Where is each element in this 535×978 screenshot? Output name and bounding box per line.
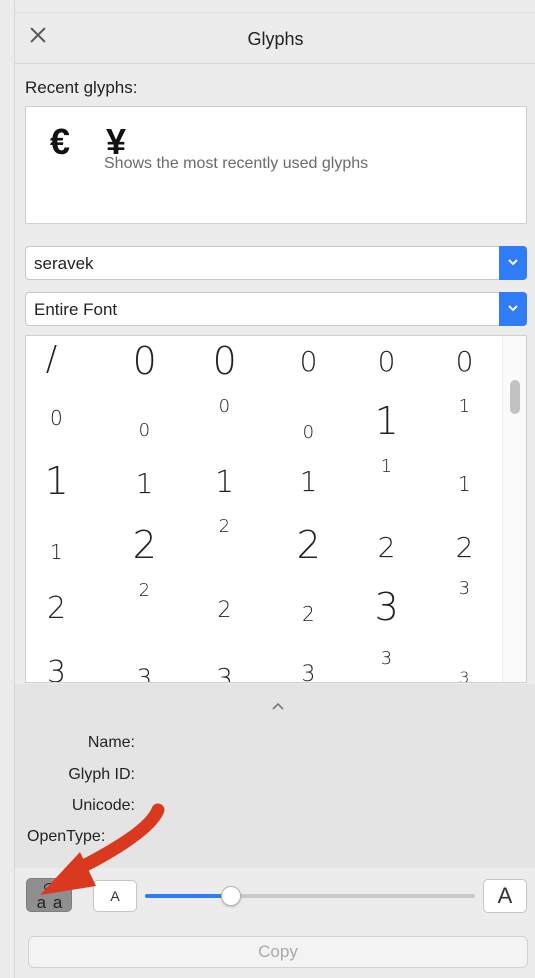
unicode-label: Unicode: xyxy=(71,797,135,814)
glyph-cell[interactable]: 3 xyxy=(381,650,392,668)
glyph-name-label: Name: xyxy=(87,734,135,751)
recent-glyphs-label: Recent glyphs: xyxy=(25,78,138,97)
glyph-cell[interactable]: 1 xyxy=(45,462,69,500)
recent-glyph-euro[interactable]: € xyxy=(50,121,70,163)
glyph-cell[interactable]: 3 xyxy=(216,666,233,682)
glyph-info-panel: Name: Glyph ID: Unicode: OpenType: xyxy=(15,684,535,868)
glyph-cell[interactable]: 1 xyxy=(300,468,318,496)
glyph-size-slider-fill xyxy=(145,894,231,898)
eye-icon xyxy=(44,883,56,891)
glyphs-panel: Glyphs Recent glyphs: Shows the most rec… xyxy=(14,0,535,978)
glyph-cell[interactable]: 3 xyxy=(301,664,315,683)
bottom-toolbar: a a A A xyxy=(15,868,535,928)
range-select[interactable]: Entire Font xyxy=(25,292,527,326)
glyph-cell[interactable]: 2 xyxy=(378,534,396,562)
recent-glyphs-box: Shows the most recently used glyphs € ¥ xyxy=(25,106,527,224)
glyph-cell[interactable]: 0 xyxy=(139,422,150,440)
chevron-down-icon[interactable] xyxy=(499,246,527,280)
glyph-cell[interactable]: 3 xyxy=(47,658,66,683)
chevron-down-icon[interactable] xyxy=(499,292,527,326)
glyph-cell[interactable]: 0 xyxy=(300,348,318,376)
glyph-size-slider-thumb[interactable] xyxy=(221,886,241,906)
glyph-cell[interactable]: 3 xyxy=(459,670,469,683)
range-select-value: Entire Font xyxy=(34,300,118,319)
glyph-cell[interactable]: 0 xyxy=(50,408,63,428)
title-bar: Glyphs xyxy=(15,12,535,64)
glyph-cell[interactable]: 3 xyxy=(137,666,152,682)
glyph-cell[interactable]: 2 xyxy=(302,604,315,624)
recent-glyphs-hint: Shows the most recently used glyphs xyxy=(104,155,369,172)
glyph-cell[interactable]: 2 xyxy=(217,600,231,622)
recent-glyph-yen[interactable]: ¥ xyxy=(106,121,126,163)
scrollbar[interactable] xyxy=(502,336,526,682)
glyph-cell[interactable]: / xyxy=(46,342,57,376)
opentype-label: OpenType: xyxy=(27,828,106,845)
glyph-cell[interactable]: 2 xyxy=(456,534,474,562)
glyph-cell[interactable]: 2 xyxy=(297,526,321,564)
chevron-up-icon[interactable] xyxy=(270,700,286,712)
panel-title: Glyphs xyxy=(247,29,304,49)
font-select-value: seravek xyxy=(34,254,94,273)
glyph-cell[interactable]: 1 xyxy=(136,470,154,498)
glyph-cell[interactable]: 1 xyxy=(381,458,392,476)
glyph-cell[interactable]: 0 xyxy=(219,398,230,416)
glyph-cell[interactable]: 1 xyxy=(458,474,471,494)
glyph-cell[interactable]: 3 xyxy=(375,588,399,626)
glyph-id-label: Glyph ID: xyxy=(68,766,135,783)
glyph-variants-toggle-label: a a xyxy=(36,893,64,912)
glyph-cell[interactable]: 0 xyxy=(456,348,474,376)
glyph-variants-toggle[interactable]: a a xyxy=(26,878,72,912)
glyph-cell[interactable]: 1 xyxy=(459,398,470,416)
decrease-glyph-size-button[interactable]: A xyxy=(93,880,137,912)
glyph-cell[interactable]: 1 xyxy=(215,468,234,498)
copy-button[interactable]: Copy xyxy=(28,936,528,968)
glyph-cell[interactable]: 2 xyxy=(47,594,66,624)
glyph-cell[interactable]: 2 xyxy=(219,518,230,536)
glyph-cell[interactable]: 0 xyxy=(133,342,157,380)
glyph-cell[interactable]: 2 xyxy=(139,582,150,600)
glyph-cell[interactable]: 1 xyxy=(375,402,399,440)
glyph-cell[interactable]: 0 xyxy=(378,348,396,376)
increase-glyph-size-button[interactable]: A xyxy=(483,879,527,913)
glyph-grid[interactable]: / 0 0 0 0 0 0 0 0 0 1 1 1 1 1 1 1 1 1 2 2 2 2 2 2 2 2 2 3 3 3 3 3 3 3 3 xyxy=(25,335,527,683)
glyph-cell[interactable]: 1 xyxy=(50,542,63,562)
glyph-cell[interactable]: 2 xyxy=(133,526,157,564)
glyph-cell[interactable]: 0 xyxy=(303,424,314,442)
font-select[interactable]: seravek xyxy=(25,246,527,280)
glyph-cell[interactable]: 0 xyxy=(213,342,237,380)
scrollbar-thumb[interactable] xyxy=(510,380,520,414)
glyph-size-slider[interactable] xyxy=(145,886,475,906)
glyph-cell[interactable]: 3 xyxy=(459,580,470,598)
